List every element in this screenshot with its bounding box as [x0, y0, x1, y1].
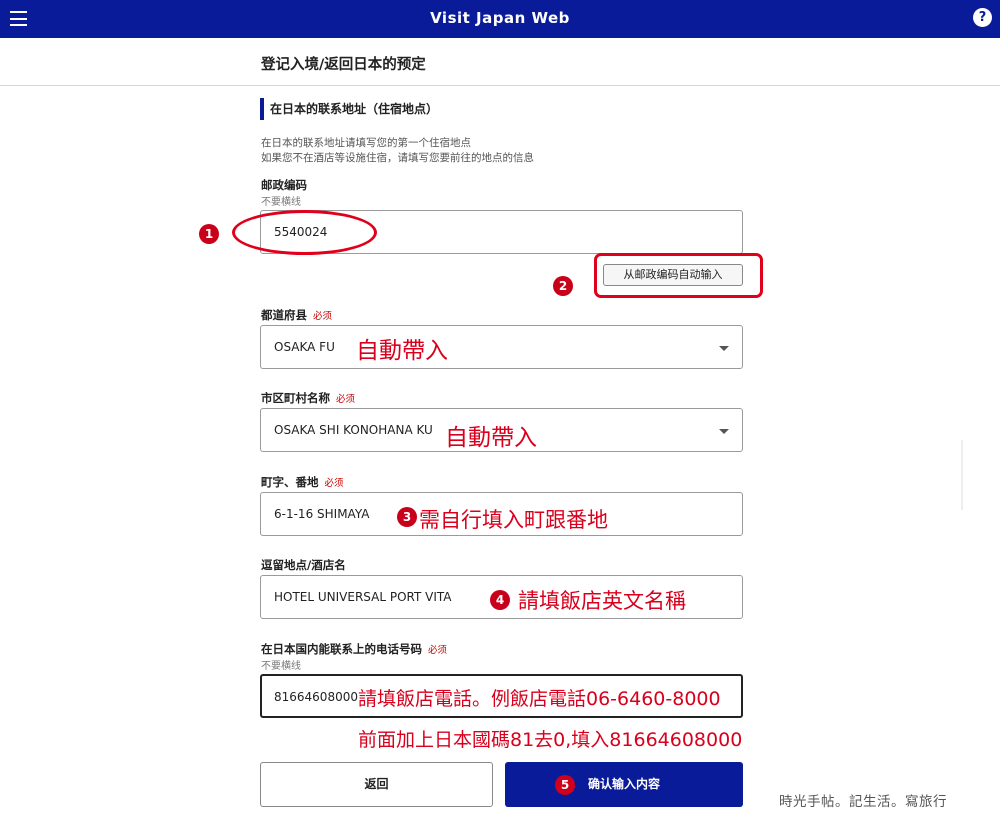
postal-code-label: 邮政编码	[261, 178, 307, 192]
step-badge-1: 1	[199, 224, 219, 244]
required-mark: 必须	[313, 311, 333, 322]
help-icon[interactable]: ?	[973, 8, 992, 27]
dropdown-arrow-icon	[719, 429, 729, 434]
step-badge-4: 4	[490, 590, 510, 610]
required-mark: 必须	[324, 478, 344, 489]
step-badge-5: 5	[555, 775, 575, 795]
watermark: 時光手帖。記生活。寫旅行	[779, 794, 947, 810]
annotation-phone-note-1: 請填飯店電話。例飯店電話06-6460-8000	[358, 688, 721, 710]
annotation-auto-city: 自動帶入	[445, 425, 537, 451]
page-title: 登记入境/返回日本的预定	[261, 57, 426, 73]
prefecture-label-text: 都道府县	[261, 308, 307, 322]
city-label: 市区町村名称 必须	[261, 390, 355, 406]
section-title: 在日本的联系地址（住宿地点）	[260, 98, 438, 120]
phone-hint: 不要横线	[261, 661, 301, 672]
city-value: OSAKA SHI KONOHANA KU	[274, 423, 433, 437]
page-header: 登记入境/返回日本的预定	[0, 38, 1000, 86]
phone-label-text: 在日本国内能联系上的电话号码	[261, 642, 422, 656]
highlight-ellipse	[232, 210, 377, 255]
scroll-hint-divider	[961, 440, 963, 510]
required-mark: 必须	[428, 645, 448, 656]
address-label-text: 町字、番地	[261, 475, 319, 489]
address-value: 6-1-16 SHIMAYA	[274, 507, 370, 521]
phone-value: 81664608000	[274, 690, 358, 704]
hotel-name-value: HOTEL UNIVERSAL PORT VITA	[274, 590, 452, 604]
city-label-text: 市区町村名称	[261, 391, 330, 405]
confirm-button-label: 确认输入内容	[587, 777, 660, 791]
prefecture-label: 都道府县 必须	[261, 307, 332, 323]
back-button[interactable]: 返回	[260, 762, 493, 807]
section-description-line2: 如果您不在酒店等设施住宿，请填写您要前往的地点的信息	[261, 152, 534, 164]
postal-code-hint: 不要横线	[261, 197, 301, 208]
annotation-auto-prefecture: 自動帶入	[356, 338, 448, 364]
hotel-label: 逗留地点/酒店名	[261, 558, 346, 572]
annotation-address-note: 需自行填入町跟番地	[419, 508, 608, 532]
app-title: Visit Japan Web	[430, 9, 570, 27]
annotation-hotel-note: 請填飯店英文名稱	[518, 589, 686, 613]
step-badge-3: 3	[397, 507, 417, 527]
annotation-phone-note-2: 前面加上日本國碼81去0,填入81664608000	[358, 729, 743, 751]
prefecture-select[interactable]: OSAKA FU	[260, 325, 743, 369]
phone-label: 在日本国内能联系上的电话号码 必须	[261, 641, 447, 657]
highlight-box	[594, 253, 763, 298]
step-badge-2: 2	[553, 276, 573, 296]
dropdown-arrow-icon	[719, 346, 729, 351]
top-navigation-bar: Visit Japan Web ?	[0, 0, 1000, 38]
address-label: 町字、番地 必须	[261, 474, 344, 490]
section-description-line1: 在日本的联系地址请填写您的第一个住宿地点	[261, 137, 471, 149]
confirm-input-button[interactable]: 确认输入内容	[505, 762, 743, 807]
prefecture-value: OSAKA FU	[274, 340, 335, 354]
required-mark: 必须	[336, 394, 356, 405]
